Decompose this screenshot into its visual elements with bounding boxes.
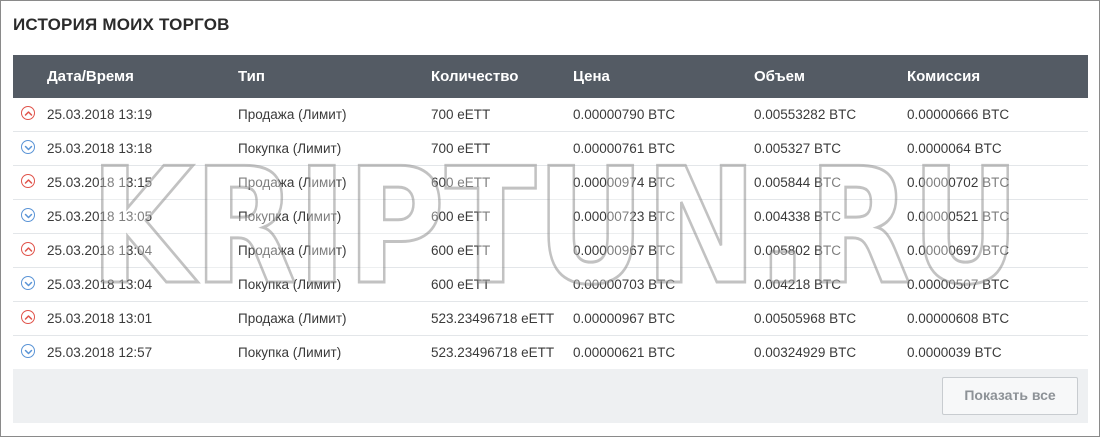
- cell-fee: 0.00000521 BTC: [907, 209, 1010, 224]
- cell-quantity: 700 eETT: [431, 107, 491, 122]
- cell-datetime: 25.03.2018 13:04: [47, 277, 153, 292]
- cell-quantity: 600 eETT: [431, 243, 491, 258]
- cell-fee: 0.0000039 BTC: [907, 345, 1002, 360]
- table-row[interactable]: 25.03.2018 13:04 Продажа (Лимит) 600 eETT 0…: [13, 234, 1088, 268]
- cell-datetime: 25.03.2018 13:18: [47, 141, 153, 156]
- cell-volume: 0.005327 BTC: [754, 141, 842, 156]
- table-row[interactable]: 25.03.2018 13:15 Продажа (Лимит) 600 eETT 0…: [13, 166, 1088, 200]
- cell-datetime: 25.03.2018 12:57: [47, 345, 153, 360]
- cell-fee: 0.00000702 BTC: [907, 175, 1010, 190]
- arrow-down-circle-icon: [21, 344, 35, 358]
- column-header-quantity[interactable]: Количество: [431, 68, 518, 85]
- arrow-down-circle-icon: [21, 140, 35, 154]
- table-header: Дата/Время Тип Количество Цена Объем Ком…: [13, 55, 1088, 98]
- cell-datetime: 25.03.2018 13:01: [47, 311, 153, 326]
- cell-type: Покупка (Лимит): [238, 209, 342, 224]
- panel-title: ИСТОРИЯ МОИХ ТОРГОВ: [13, 15, 230, 34]
- cell-type: Продажа (Лимит): [238, 243, 347, 258]
- cell-price: 0.00000723 BTC: [573, 209, 676, 224]
- cell-datetime: 25.03.2018 13:19: [47, 107, 153, 122]
- cell-type: Продажа (Лимит): [238, 311, 347, 326]
- cell-datetime: 25.03.2018 13:04: [47, 243, 153, 258]
- cell-quantity: 700 eETT: [431, 141, 491, 156]
- cell-price: 0.00000974 BTC: [573, 175, 676, 190]
- cell-quantity: 523.23496718 eETT: [431, 345, 555, 360]
- table-row[interactable]: 25.03.2018 13:18 Покупка (Лимит) 700 eETT 0…: [13, 132, 1088, 166]
- table-row[interactable]: 25.03.2018 12:57 Покупка (Лимит) 523.23496…: [13, 336, 1088, 370]
- arrow-down-circle-icon: [21, 276, 35, 290]
- cell-quantity: 600 eETT: [431, 175, 491, 190]
- table-footer: Показать все: [13, 369, 1088, 423]
- cell-type: Покупка (Лимит): [238, 345, 342, 360]
- cell-volume: 0.005844 BTC: [754, 175, 842, 190]
- cell-fee: 0.0000064 BTC: [907, 141, 1002, 156]
- cell-price: 0.00000703 BTC: [573, 277, 676, 292]
- cell-price: 0.00000790 BTC: [573, 107, 676, 122]
- cell-quantity: 600 eETT: [431, 209, 491, 224]
- arrow-up-circle-icon: [21, 242, 35, 256]
- cell-datetime: 25.03.2018 13:05: [47, 209, 153, 224]
- cell-fee: 0.00000666 BTC: [907, 107, 1010, 122]
- table-body: 25.03.2018 13:19 Продажа (Лимит) 700 eETT 0…: [13, 98, 1088, 370]
- cell-price: 0.00000967 BTC: [573, 311, 676, 326]
- table-row[interactable]: 25.03.2018 13:01 Продажа (Лимит) 523.23496…: [13, 302, 1088, 336]
- column-header-fee[interactable]: Комиссия: [907, 68, 980, 85]
- cell-quantity: 600 eETT: [431, 277, 491, 292]
- cell-volume: 0.004218 BTC: [754, 277, 842, 292]
- cell-price: 0.00000621 BTC: [573, 345, 676, 360]
- cell-type: Продажа (Лимит): [238, 175, 347, 190]
- show-all-button[interactable]: Показать все: [942, 377, 1078, 415]
- cell-type: Продажа (Лимит): [238, 107, 347, 122]
- column-header-datetime[interactable]: Дата/Время: [47, 68, 134, 85]
- cell-volume: 0.00505968 BTC: [754, 311, 857, 326]
- trade-history-table: Дата/Время Тип Количество Цена Объем Ком…: [13, 55, 1088, 370]
- table-row[interactable]: 25.03.2018 13:05 Покупка (Лимит) 600 eETT 0…: [13, 200, 1088, 234]
- cell-fee: 0.00000507 BTC: [907, 277, 1010, 292]
- cell-type: Покупка (Лимит): [238, 141, 342, 156]
- table-row[interactable]: 25.03.2018 13:04 Покупка (Лимит) 600 eETT 0…: [13, 268, 1088, 302]
- column-header-volume[interactable]: Объем: [754, 68, 805, 85]
- column-header-type[interactable]: Тип: [238, 68, 265, 85]
- cell-volume: 0.004338 BTC: [754, 209, 842, 224]
- arrow-up-circle-icon: [21, 310, 35, 324]
- cell-price: 0.00000761 BTC: [573, 141, 676, 156]
- cell-volume: 0.00324929 BTC: [754, 345, 857, 360]
- cell-datetime: 25.03.2018 13:15: [47, 175, 153, 190]
- cell-volume: 0.005802 BTC: [754, 243, 842, 258]
- cell-price: 0.00000967 BTC: [573, 243, 676, 258]
- table-row[interactable]: 25.03.2018 13:19 Продажа (Лимит) 700 eETT 0…: [13, 98, 1088, 132]
- cell-fee: 0.00000608 BTC: [907, 311, 1010, 326]
- cell-volume: 0.00553282 BTC: [754, 107, 857, 122]
- cell-type: Покупка (Лимит): [238, 277, 342, 292]
- cell-fee: 0.00000697 BTC: [907, 243, 1010, 258]
- arrow-down-circle-icon: [21, 208, 35, 222]
- column-header-price[interactable]: Цена: [573, 68, 610, 85]
- arrow-up-circle-icon: [21, 106, 35, 120]
- arrow-up-circle-icon: [21, 174, 35, 188]
- trade-history-panel: ИСТОРИЯ МОИХ ТОРГОВ Дата/Время Тип Колич…: [0, 0, 1100, 437]
- cell-quantity: 523.23496718 eETT: [431, 311, 555, 326]
